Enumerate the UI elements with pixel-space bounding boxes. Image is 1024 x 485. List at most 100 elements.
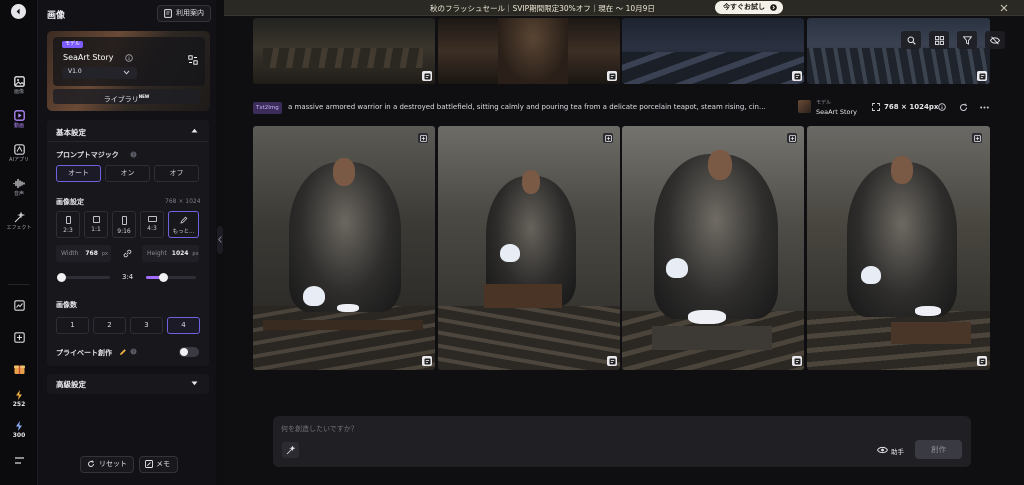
image-count-4[interactable]: 4 (167, 317, 200, 334)
prompt-magic-off[interactable]: オフ (154, 165, 199, 182)
previous-image-2[interactable] (438, 18, 620, 84)
width-field[interactable]: Width 768 px (56, 245, 111, 262)
ratio-2-3[interactable]: 2:3 (56, 211, 80, 238)
chevron-up-icon[interactable] (191, 128, 198, 133)
ratio-shape-icon (121, 216, 127, 225)
generated-image-4[interactable] (807, 126, 990, 370)
generated-image-1[interactable] (253, 126, 435, 370)
advanced-settings-title[interactable]: 高級設定 (56, 379, 86, 390)
add-to-canvas-badge[interactable] (418, 133, 428, 143)
library-button[interactable]: ライブラリNEW (53, 89, 200, 104)
image-badge[interactable] (977, 71, 987, 81)
rail-item-image[interactable]: 画像 (0, 76, 38, 95)
create-button[interactable]: 創作 (915, 440, 962, 459)
info-icon[interactable] (125, 54, 133, 62)
close-icon[interactable] (1000, 4, 1008, 12)
panel-collapse-handle[interactable] (217, 226, 223, 254)
image-badge[interactable] (607, 71, 617, 81)
chevron-down-icon[interactable] (191, 381, 198, 386)
ratio-more[interactable]: もっと... (168, 211, 199, 238)
rail-gift[interactable] (0, 362, 38, 375)
prompt-magic-auto[interactable]: オート (56, 165, 101, 182)
image-badge[interactable] (607, 356, 617, 366)
reset-button[interactable]: リセット (80, 456, 134, 473)
memo-label: メモ (156, 460, 170, 468)
image-count-3[interactable]: 3 (130, 317, 163, 334)
ratio-slider-left[interactable] (57, 273, 110, 282)
memo-button[interactable]: メモ (139, 456, 178, 473)
assist-label[interactable]: 助手 (891, 446, 904, 456)
slider-knob[interactable] (159, 273, 168, 282)
rail-history[interactable] (0, 300, 38, 311)
basic-settings-title[interactable]: 基本設定 (56, 127, 86, 138)
generated-image-2[interactable] (438, 126, 620, 370)
ratio-slider-right[interactable] (146, 273, 196, 282)
private-toggle[interactable] (179, 347, 199, 357)
previous-image-1[interactable] (253, 18, 435, 84)
task-prompt[interactable]: a massive armored warrior in a destroyed… (288, 103, 790, 111)
help-icon[interactable]: ? (130, 348, 137, 355)
rail-item-audio[interactable]: 音声 (0, 178, 38, 197)
add-to-canvas-badge[interactable] (972, 133, 982, 143)
credits-bonus[interactable]: 300 (0, 421, 38, 439)
hide-button[interactable] (985, 31, 1005, 49)
help-icon[interactable]: ? (130, 151, 137, 158)
library-label: ライブラリ (103, 95, 139, 104)
model-card[interactable]: モデル SeaArt Story V1.0 ライブラリNEW (47, 31, 210, 111)
pro-pencil-icon (120, 349, 126, 355)
add-to-canvas-badge[interactable] (603, 133, 613, 143)
rail-item-ai-app[interactable]: AIアプリ (0, 144, 38, 163)
credits-daily[interactable]: 252 (0, 390, 38, 408)
width-value[interactable]: 768 (85, 250, 98, 257)
swap-model-icon[interactable] (188, 55, 198, 65)
generated-image-3[interactable] (622, 126, 804, 370)
ratio-1-1[interactable]: 1:1 (84, 211, 108, 238)
guide-button[interactable]: 利用案内 (157, 5, 211, 22)
previous-image-4[interactable] (807, 18, 990, 84)
task-model-name[interactable]: SeaArt Story (816, 108, 857, 116)
private-creation-label: プライベート創作 (56, 349, 112, 357)
menu-icon (14, 457, 24, 464)
filter-button[interactable] (957, 31, 977, 49)
save-icon (794, 73, 800, 79)
grid-view-button[interactable] (929, 31, 949, 49)
image-badge[interactable] (792, 356, 802, 366)
link-ratio-icon[interactable] (123, 249, 132, 258)
basic-settings-divider (47, 141, 209, 142)
previous-image-3[interactable] (622, 18, 804, 84)
image-settings-label: 画像設定 (56, 198, 84, 206)
credits-daily-value: 252 (12, 401, 26, 408)
image-count-1[interactable]: 1 (56, 317, 89, 334)
more-icon[interactable] (980, 106, 989, 109)
model-version-select[interactable]: V1.0 (62, 67, 137, 79)
rail-menu[interactable] (0, 457, 38, 464)
ratio-9-16[interactable]: 9:16 (112, 211, 136, 238)
rail-item-effect[interactable]: エフェクト (0, 212, 38, 231)
history-chart-icon (13, 300, 25, 311)
collapse-rail-icon[interactable] (11, 4, 26, 19)
eye-icon[interactable] (877, 446, 888, 454)
rail-label: 動画 (13, 123, 24, 129)
prompt-composer: 助手 創作 (273, 416, 971, 467)
height-value[interactable]: 1024 (172, 250, 189, 257)
rail-item-video[interactable]: 動画 (0, 110, 38, 129)
height-field[interactable]: Height 1024 px (142, 245, 199, 262)
image-count-2[interactable]: 2 (93, 317, 126, 334)
image-badge[interactable] (422, 71, 432, 81)
image-badge[interactable] (792, 71, 802, 81)
prompt-magic-label: プロンプトマジック (56, 151, 119, 159)
slider-knob[interactable] (57, 273, 66, 282)
magic-wand-button[interactable] (282, 442, 299, 458)
prompt-magic-on[interactable]: オン (105, 165, 150, 182)
regenerate-icon[interactable] (959, 103, 968, 112)
prompt-input[interactable] (281, 422, 841, 436)
info-icon[interactable] (938, 103, 946, 111)
image-badge[interactable] (977, 356, 987, 366)
image-badge[interactable] (422, 356, 432, 366)
search-button[interactable] (901, 31, 921, 49)
promo-cta-button[interactable]: 今すぐお試し (715, 1, 783, 14)
ratio-4-3[interactable]: 4:3 (140, 211, 164, 238)
add-to-canvas-badge[interactable] (787, 133, 797, 143)
ratio-label: 2:3 (63, 227, 73, 234)
rail-add[interactable] (0, 332, 38, 343)
